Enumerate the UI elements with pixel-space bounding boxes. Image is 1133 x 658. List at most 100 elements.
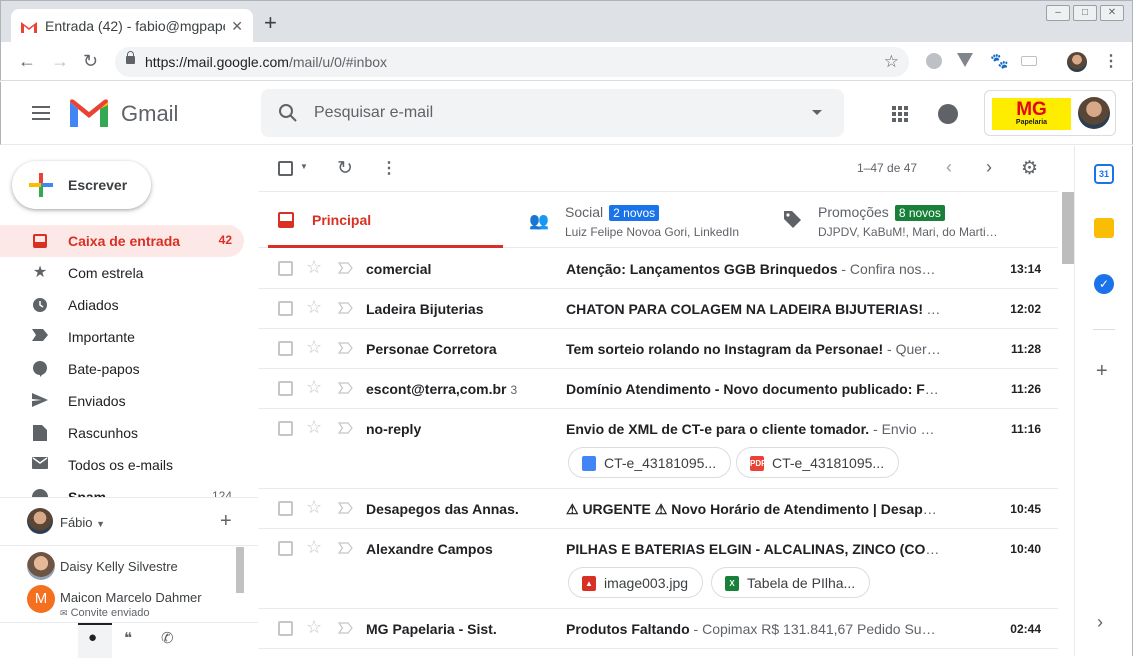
add-on-plus-icon[interactable]: + (1096, 360, 1108, 383)
card-extension-icon[interactable] (1021, 56, 1037, 66)
tab-social[interactable]: 👥 Social 2 novos Luiz Felipe Novoa Gori, … (526, 192, 766, 248)
star-toggle-icon[interactable]: ☆ (306, 337, 322, 358)
search-icon[interactable] (278, 103, 298, 123)
vpn-extension-icon[interactable] (957, 53, 973, 67)
email-row[interactable]: ☆ Personae Corretora Tem sorteio rolando… (258, 329, 1058, 369)
browser-tab[interactable]: Entrada (42) - fabio@mgpapelaria.com.br … (11, 9, 253, 43)
email-row[interactable]: ☆ no-reply Envio de XML de CT-e para o c… (258, 409, 1058, 489)
search-options-icon[interactable] (812, 110, 822, 115)
tab-promocoes[interactable]: Promoções 8 novos DJPDV, KaBuM!, Mari, do… (780, 192, 1058, 248)
select-all-checkbox[interactable] (278, 161, 293, 176)
email-subject: Atenção: Lançamentos GGB Brinquedos - Co… (566, 261, 942, 277)
row-checkbox[interactable] (278, 621, 293, 636)
attachment-chip[interactable]: X Tabela de PIlha... (711, 567, 871, 598)
settings-gear-icon[interactable]: ⚙ (1021, 157, 1038, 180)
importance-marker-icon[interactable] (338, 622, 354, 634)
account-switcher[interactable]: MG Papelaria (984, 90, 1116, 136)
keep-icon[interactable] (1094, 218, 1114, 238)
sidebar-item-label: Spam (68, 489, 107, 497)
email-row[interactable]: ☆ Alexandre Campos PILHAS E BATERIAS ELG… (258, 529, 1058, 609)
star-toggle-icon[interactable]: ☆ (306, 617, 322, 638)
email-row[interactable]: ☆ Desapegos das Annas. ⚠ URGENTE ⚠ Novo … (258, 489, 1058, 529)
phone-icon[interactable]: ✆ (161, 629, 174, 647)
next-page-icon[interactable]: › (986, 157, 992, 178)
select-options-icon[interactable]: ▼ (300, 162, 308, 171)
close-tab-icon[interactable]: ✕ (231, 18, 243, 35)
tab-principal[interactable]: Principal (268, 192, 503, 248)
previous-page-icon[interactable]: ‹ (946, 157, 952, 178)
apps-grid-icon[interactable] (892, 106, 908, 122)
importance-marker-icon[interactable] (338, 262, 354, 274)
row-checkbox[interactable] (278, 341, 293, 356)
attachment-chip[interactable]: PDF CT-e_43181095... (736, 447, 900, 478)
contacts-scrollbar[interactable] (236, 547, 244, 593)
extension-icon[interactable] (926, 53, 942, 69)
sidebar-item-all-mail[interactable]: Todos os e-mails (0, 449, 244, 481)
bookmark-star-icon[interactable]: ☆ (884, 52, 899, 72)
sidebar-item-inbox[interactable]: Caixa de entrada 42 (0, 225, 244, 257)
importance-marker-icon[interactable] (338, 422, 354, 434)
more-options-icon[interactable]: ⋮ (381, 158, 397, 178)
row-checkbox[interactable] (278, 501, 293, 516)
address-bar[interactable]: https://mail.google.com/mail/u/0/#inbox … (115, 47, 909, 77)
notifications-icon[interactable] (938, 104, 958, 124)
sidebar-item-spam[interactable]: Spam 124 (0, 481, 244, 497)
reload-icon[interactable]: ↻ (83, 51, 98, 71)
importance-marker-icon[interactable] (338, 542, 354, 554)
contact-item[interactable]: Daisy Kelly Silvestre (27, 550, 257, 580)
star-toggle-icon[interactable]: ☆ (306, 297, 322, 318)
sidebar-item-important[interactable]: Importante (0, 321, 244, 353)
row-checkbox[interactable] (278, 301, 293, 316)
search-input[interactable]: Pesquisar e-mail (314, 104, 433, 122)
gmail-logo-icon[interactable] (70, 99, 108, 127)
importance-marker-icon[interactable] (338, 302, 354, 314)
close-window-icon[interactable]: ✕ (1100, 5, 1124, 21)
email-row[interactable]: ☆ MG Papelaria - Sist. Produtos Faltando… (258, 609, 1058, 649)
minimize-icon[interactable]: – (1046, 5, 1070, 21)
star-toggle-icon[interactable]: ☆ (306, 417, 322, 438)
importance-marker-icon[interactable] (338, 502, 354, 514)
sidebar-item-chats[interactable]: Bate-papos (0, 353, 244, 385)
email-list-scrollbar[interactable] (1062, 192, 1074, 264)
star-toggle-icon[interactable]: ☆ (306, 497, 322, 518)
importance-marker-icon[interactable] (338, 382, 354, 394)
star-toggle-icon[interactable]: ☆ (306, 257, 322, 278)
row-checkbox[interactable] (278, 541, 293, 556)
attachment-chip[interactable]: CT-e_43181095... (568, 447, 732, 478)
compose-button[interactable]: Escrever (12, 161, 151, 209)
sidebar-item-sent[interactable]: Enviados (0, 385, 244, 417)
maximize-icon[interactable]: □ (1073, 5, 1097, 21)
profile-avatar[interactable] (1067, 52, 1087, 72)
expand-panel-icon[interactable]: › (1097, 612, 1103, 633)
person-icon[interactable]: ● (88, 629, 97, 646)
sidebar-item-snoozed[interactable]: Adiados (0, 289, 244, 321)
add-contact-icon[interactable]: + (220, 510, 232, 533)
back-arrow-icon[interactable]: ← (18, 51, 36, 71)
contact-item[interactable]: M Maicon Marcelo Dahmer ✉ Convite enviad… (27, 583, 257, 619)
star-toggle-icon[interactable]: ☆ (306, 377, 322, 398)
email-row[interactable]: ☆ comercial Atenção: Lançamentos GGB Bri… (258, 249, 1058, 289)
browser-menu-icon[interactable]: ⋮ (1103, 51, 1119, 71)
email-row[interactable]: ☆ escont@terra,com.br 3 Domínio Atendimen… (258, 369, 1058, 409)
calendar-icon[interactable]: 31 (1094, 164, 1114, 184)
email-row[interactable]: ☆ Ladeira Bijuterias CHATON PARA COLAGEM… (258, 289, 1058, 329)
search-bar[interactable]: Pesquisar e-mail (261, 89, 844, 137)
row-checkbox[interactable] (278, 381, 293, 396)
my-hangouts-avatar[interactable] (27, 508, 53, 534)
new-tab-button[interactable]: + (264, 12, 277, 34)
forward-arrow-icon[interactable]: → (51, 51, 69, 71)
row-checkbox[interactable] (278, 261, 293, 276)
my-hangouts-name[interactable]: Fábio ▼ (60, 515, 105, 530)
refresh-icon[interactable]: ↻ (337, 157, 353, 180)
attachment-chip[interactable]: ▲ image003.jpg (568, 567, 704, 598)
paw-extension-icon[interactable]: 🐾 (990, 52, 1009, 70)
sidebar-item-starred[interactable]: ★ Com estrela (0, 257, 244, 289)
row-checkbox[interactable] (278, 421, 293, 436)
importance-marker-icon[interactable] (338, 342, 354, 354)
account-avatar[interactable] (1078, 97, 1110, 129)
tasks-icon[interactable]: ✓ (1094, 274, 1114, 294)
sidebar-item-drafts[interactable]: Rascunhos (0, 417, 244, 449)
main-menu-icon[interactable] (32, 106, 50, 120)
star-toggle-icon[interactable]: ☆ (306, 537, 322, 558)
hangouts-chat-icon[interactable]: ❝ (124, 629, 132, 647)
